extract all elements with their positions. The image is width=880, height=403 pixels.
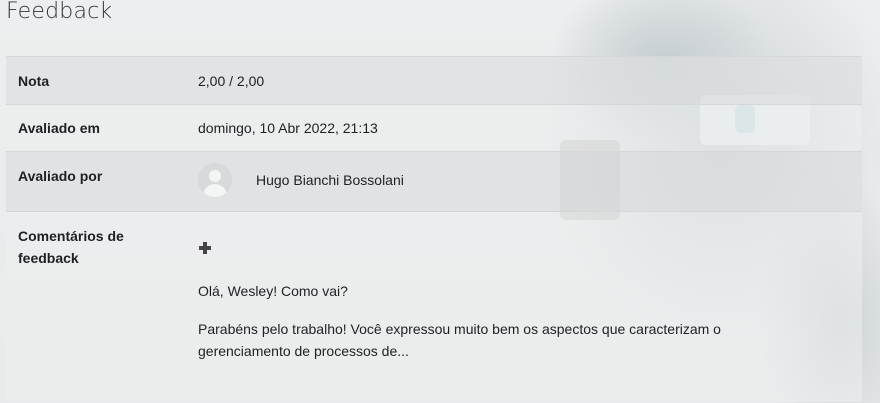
- graded-on-row: Avaliado em domingo, 10 Abr 2022, 21:13: [6, 105, 862, 152]
- avatar-body-shape: [203, 184, 227, 197]
- grade-label: Nota: [18, 73, 50, 89]
- page-title: Feedback: [6, 0, 113, 24]
- graded-by-label: Avaliado por: [18, 168, 103, 184]
- plus-icon[interactable]: [198, 241, 212, 255]
- feedback-comments-row: Comentários de feedback Olá, Wesley! Com…: [6, 212, 862, 402]
- graded-on-value: domingo, 10 Abr 2022, 21:13: [198, 120, 378, 136]
- grade-row: Nota 2,00 / 2,00: [6, 57, 862, 105]
- graded-on-label: Avaliado em: [18, 120, 100, 136]
- graded-by-row: Avaliado por Hugo Bianchi Bossolani: [6, 152, 862, 212]
- user-avatar-icon[interactable]: [198, 163, 232, 197]
- grade-value: 2,00 / 2,00: [198, 73, 265, 89]
- feedback-table: Nota 2,00 / 2,00 Avaliado em domingo, 10…: [6, 56, 862, 402]
- comment-greeting: Olá, Wesley! Como vai?: [198, 283, 348, 299]
- comment-body: Parabéns pelo trabalho! Você expressou m…: [198, 321, 721, 359]
- feedback-comments-label: Comentários de feedback: [18, 228, 124, 266]
- avatar-head-shape: [209, 170, 221, 182]
- grader-name: Hugo Bianchi Bossolani: [256, 172, 404, 188]
